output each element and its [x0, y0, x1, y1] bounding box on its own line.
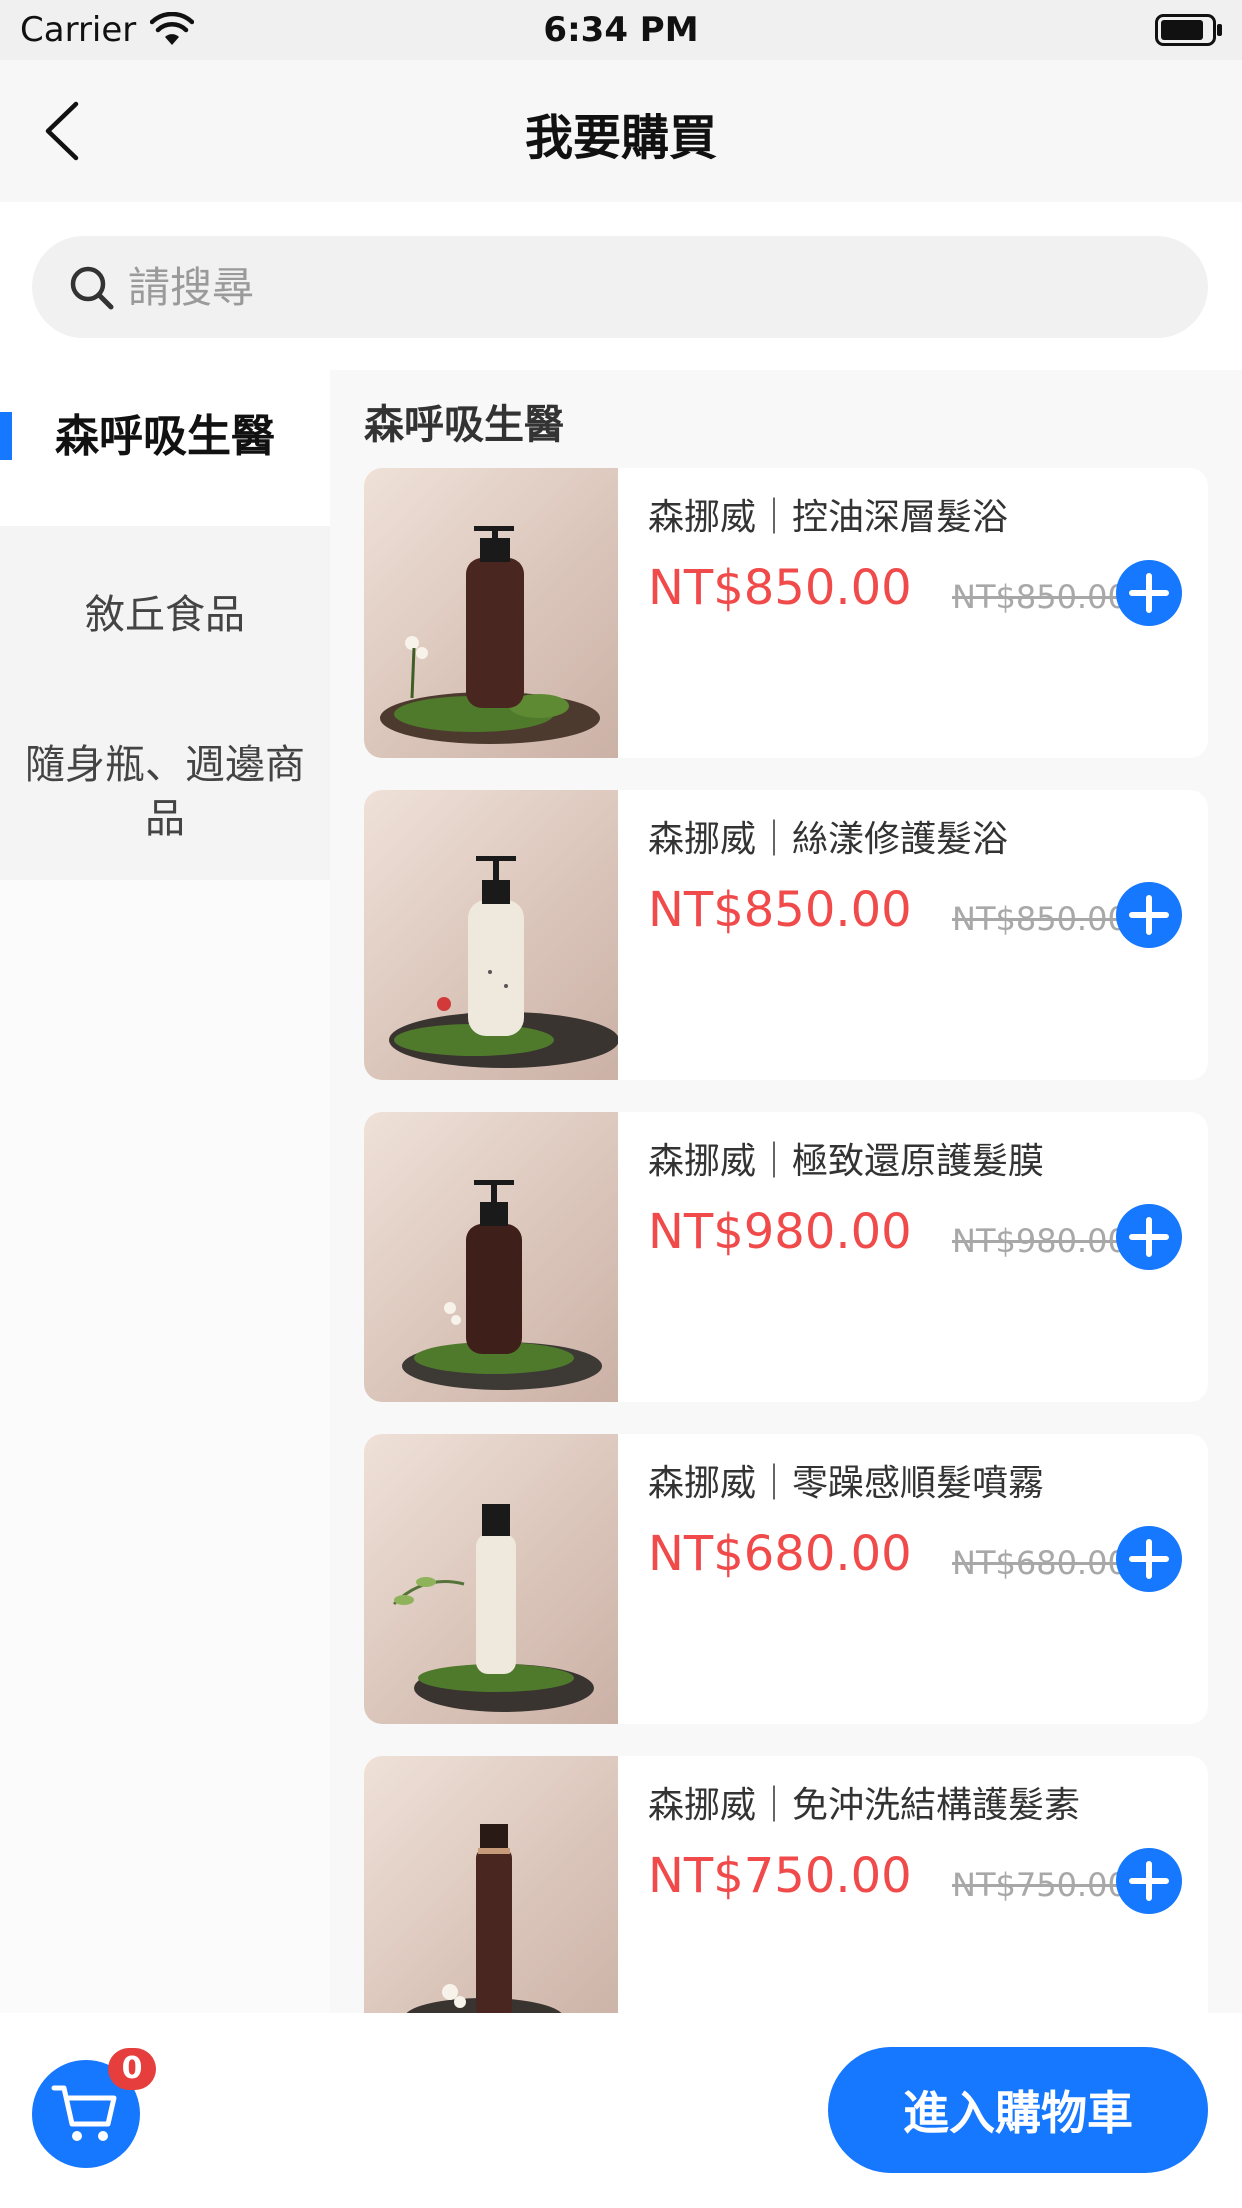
- product-name: 森挪威｜絲漾修護髮浴: [648, 819, 1009, 860]
- status-bar: Carrier 6:34 PM: [0, 0, 1242, 60]
- product-original-price: NT$750.00: [952, 1866, 1128, 1904]
- product-card[interactable]: 森挪威｜免沖洗結構護髮素 NT$750.00 NT$750.00: [364, 1756, 1208, 2013]
- shopping-cart-icon: [51, 2085, 117, 2141]
- product-price: NT$750.00: [648, 1848, 912, 1904]
- product-price: NT$680.00: [648, 1526, 912, 1582]
- product-list: 森呼吸生醫 森挪威｜控油深層髮浴 NT$850.00 NT$850.00 森挪威…: [330, 370, 1242, 2013]
- category-item[interactable]: 敘丘食品: [0, 526, 330, 704]
- nav-bar: 我要購買: [0, 60, 1242, 202]
- go-to-cart-button[interactable]: 進入購物車: [828, 2047, 1208, 2173]
- product-name: 森挪威｜極致還原護髮膜: [648, 1141, 1045, 1182]
- category-item[interactable]: 隨身瓶、週邊商品: [0, 704, 330, 880]
- product-original-price: NT$850.00: [952, 900, 1128, 938]
- search-icon: [70, 266, 114, 310]
- plus-icon: [1129, 1861, 1169, 1901]
- product-card[interactable]: 森挪威｜極致還原護髮膜 NT$980.00 NT$980.00: [364, 1112, 1208, 1402]
- product-price: NT$850.00: [648, 882, 912, 938]
- product-original-price: NT$680.00: [952, 1544, 1128, 1582]
- category-sidebar: 森呼吸生醫 敘丘食品 隨身瓶、週邊商品: [0, 348, 330, 2013]
- search-bar: [0, 202, 1242, 348]
- cart-count-badge: 0: [108, 2048, 156, 2090]
- clock: 6:34 PM: [543, 10, 699, 50]
- add-to-cart-button[interactable]: [1116, 560, 1182, 626]
- category-item-active[interactable]: 森呼吸生醫: [0, 348, 330, 526]
- active-indicator: [0, 412, 12, 460]
- plus-icon: [1129, 895, 1169, 935]
- page-title: 我要購買: [524, 110, 717, 166]
- add-to-cart-button[interactable]: [1116, 1526, 1182, 1592]
- product-name: 森挪威｜控油深層髮浴: [648, 497, 1009, 538]
- product-name: 森挪威｜免沖洗結構護髮素: [648, 1785, 1081, 1826]
- plus-icon: [1129, 573, 1169, 613]
- add-to-cart-button[interactable]: [1116, 1848, 1182, 1914]
- search-input[interactable]: [128, 256, 1128, 318]
- battery-icon: [1155, 14, 1222, 46]
- plus-icon: [1129, 1539, 1169, 1579]
- screen: Carrier 6:34 PM 我要購買 請搜尋 森呼吸生醫 敘丘食品 隨身瓶、…: [0, 0, 1242, 2208]
- product-price: NT$850.00: [648, 560, 912, 616]
- search-box[interactable]: [32, 236, 1208, 338]
- plus-icon: [1129, 1217, 1169, 1257]
- bottom-bar: 0 進入購物車: [0, 2013, 1242, 2208]
- product-image: [364, 468, 618, 758]
- product-card[interactable]: 森挪威｜零躁感順髮噴霧 NT$680.00 NT$680.00: [364, 1434, 1208, 1724]
- product-original-price: NT$850.00: [952, 578, 1128, 616]
- add-to-cart-button[interactable]: [1116, 882, 1182, 948]
- product-image: [364, 1434, 618, 1724]
- product-card[interactable]: 森挪威｜控油深層髮浴 NT$850.00 NT$850.00: [364, 468, 1208, 758]
- product-image: [364, 790, 618, 1080]
- section-title: 森呼吸生醫: [364, 402, 564, 448]
- product-original-price: NT$980.00: [952, 1222, 1128, 1260]
- product-price: NT$980.00: [648, 1204, 912, 1260]
- product-image: [364, 1756, 618, 2013]
- category-label: 敘丘食品: [85, 592, 245, 638]
- product-card[interactable]: 森挪威｜絲漾修護髮浴 NT$850.00 NT$850.00: [364, 790, 1208, 1080]
- product-image: [364, 1112, 618, 1402]
- category-label: 隨身瓶、週邊商品: [25, 742, 305, 842]
- category-label: 森呼吸生醫: [55, 411, 275, 462]
- product-name: 森挪威｜零躁感順髮噴霧: [648, 1463, 1045, 1504]
- add-to-cart-button[interactable]: [1116, 1204, 1182, 1270]
